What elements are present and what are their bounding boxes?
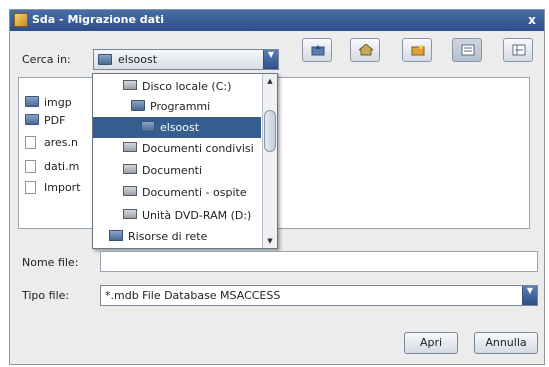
open-button[interactable]: Apri <box>404 332 458 354</box>
file-name: PDF <box>44 114 66 127</box>
file-name: imgp <box>44 96 72 109</box>
dropdown-item-elsoost[interactable]: elsoost <box>93 117 261 138</box>
dropdown-item-documenti-condivisi[interactable]: Documenti condivisi <box>93 138 261 159</box>
document-icon <box>25 136 36 149</box>
network-icon <box>109 230 123 241</box>
look-in-label: Cerca in: <box>22 53 71 66</box>
scroll-up-icon[interactable]: ▲ <box>263 74 277 88</box>
drive-icon <box>123 186 137 196</box>
look-in-selected: elsoost <box>118 53 158 66</box>
folder-up-icon <box>311 44 325 56</box>
folder-up-button[interactable] <box>302 38 332 62</box>
file-name: ares.n <box>44 136 78 149</box>
cancel-button[interactable]: Annulla <box>474 332 538 354</box>
dropdown-item-documenti-ospite[interactable]: Documenti - ospite <box>93 182 261 203</box>
folder-icon <box>98 54 112 65</box>
look-in-combo[interactable]: elsoost ▼ <box>93 49 279 70</box>
title-bar[interactable]: Sda - Migrazione dati x <box>10 10 544 31</box>
app-icon <box>14 13 28 27</box>
dropdown-item-label: Disco locale (C:) <box>142 80 232 93</box>
folder-icon <box>131 100 145 111</box>
window-title: Sda - Migrazione dati <box>32 13 165 26</box>
document-icon <box>25 181 36 194</box>
look-in-dropdown: Disco locale (C:) Programmi elsoost Docu… <box>92 73 278 249</box>
dropdown-item-label: Unità DVD-RAM (D:) <box>142 209 252 222</box>
list-view-button[interactable] <box>452 38 482 62</box>
folder-icon <box>25 96 39 107</box>
file-name-label: Nome file: <box>22 256 79 269</box>
dropdown-scrollbar[interactable]: ▲ ▼ <box>262 74 277 248</box>
drive-icon <box>123 164 137 174</box>
scroll-thumb[interactable] <box>264 110 276 152</box>
dropdown-item-programmi[interactable]: Programmi <box>93 96 261 117</box>
close-button[interactable]: x <box>524 12 540 28</box>
drive-icon <box>123 80 137 90</box>
chevron-down-icon[interactable]: ▼ <box>263 50 278 69</box>
file-type-selected: *.mdb File Database MSACCESS <box>105 289 281 302</box>
dropdown-item-risorse-di-rete[interactable]: Risorse di rete <box>93 226 261 247</box>
folder-icon <box>141 121 155 132</box>
dropdown-item-label: Documenti - ospite <box>142 186 247 199</box>
dropdown-item-documenti[interactable]: Documenti <box>93 160 261 181</box>
document-icon <box>25 160 36 173</box>
home-icon <box>357 43 375 56</box>
details-view-button[interactable] <box>503 38 533 62</box>
dropdown-item-label: Programmi <box>150 100 211 113</box>
list-view-icon <box>461 44 475 56</box>
dropdown-item-label: Risorse di rete <box>128 230 208 243</box>
new-folder-button[interactable] <box>402 38 432 62</box>
file-type-label: Tipo file: <box>22 289 70 302</box>
scroll-down-icon[interactable]: ▼ <box>263 234 277 248</box>
file-name-input[interactable] <box>100 251 538 272</box>
drive-icon <box>123 142 137 152</box>
home-button[interactable] <box>350 38 380 62</box>
dropdown-item-label: Documenti <box>142 164 203 177</box>
dropdown-item-disco-locale[interactable]: Disco locale (C:) <box>93 76 261 97</box>
file-type-combo[interactable]: *.mdb File Database MSACCESS ▼ <box>100 285 538 306</box>
folder-icon <box>25 114 39 125</box>
file-name: dati.m <box>44 160 80 173</box>
chevron-down-icon[interactable]: ▼ <box>522 286 537 305</box>
file-name: Import <box>44 181 81 194</box>
drive-icon <box>123 209 137 219</box>
details-view-icon <box>512 44 526 56</box>
dropdown-item-label: elsoost <box>160 121 200 134</box>
dropdown-item-unita-dvd[interactable]: Unità DVD-RAM (D:) <box>93 205 261 226</box>
new-folder-icon <box>411 44 425 56</box>
dropdown-item-label: Documenti condivisi <box>142 142 254 155</box>
